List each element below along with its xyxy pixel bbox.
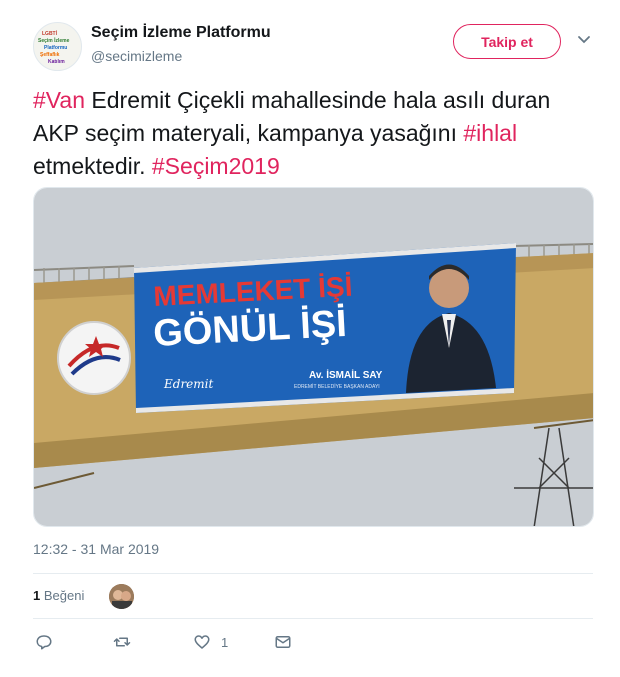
reply-icon (36, 635, 52, 650)
author-display-name[interactable]: Seçim İzleme Platformu (91, 24, 271, 42)
direct-message-icon (275, 636, 291, 648)
likes-count[interactable]: 1 Beğeni (33, 588, 84, 603)
hashtag-van[interactable]: #Van (33, 87, 85, 113)
retweet-icon (113, 637, 131, 647)
billboard-name: Av. İSMAİL SAY (309, 368, 383, 381)
like-count: 1 (221, 634, 229, 650)
heart-icon (194, 635, 210, 649)
direct-message-button[interactable] (274, 633, 302, 651)
hashtag-secim2019[interactable]: #Seçim2019 (152, 153, 280, 179)
divider (33, 618, 593, 619)
billboard-subtitle: EDREMİT BELEDİYE BAŞKAN ADAYI (294, 383, 380, 390)
follow-button[interactable]: Takip et (453, 24, 561, 59)
tweet-text-part: etmektedir. (33, 153, 152, 179)
likes-row: 1 Beğeni (33, 575, 593, 617)
reply-button[interactable] (35, 633, 63, 651)
author-avatar[interactable]: LGBTİ Seçim İzleme Platformu Şeffaflık K… (33, 22, 82, 71)
likes-count-label: Beğeni (43, 588, 85, 603)
chevron-down-icon[interactable] (576, 32, 592, 48)
tweet-header: LGBTİ Seçim İzleme Platformu Şeffaflık K… (33, 22, 593, 72)
likes-count-number: 1 (33, 588, 41, 603)
tweet-text: #Van Edremit Çiçekli mahallesinde hala a… (33, 84, 593, 183)
hashtag-ihlal[interactable]: #ihlal (463, 120, 517, 146)
divider (33, 573, 593, 574)
tweet-actions: 1 (33, 628, 593, 658)
like-button[interactable]: 1 (193, 633, 228, 651)
billboard-logo: Edremit (163, 377, 213, 391)
retweet-button[interactable] (113, 633, 141, 651)
liker-avatar[interactable] (109, 584, 134, 609)
author-handle[interactable]: @secimizleme (91, 48, 182, 64)
tweet-photo[interactable]: MEMLEKET İŞİ GÖNÜL İŞİ Edremit Av. İSMAİ… (33, 187, 594, 527)
tweet-timestamp[interactable]: 12:32 - 31 Mar 2019 (33, 541, 159, 557)
